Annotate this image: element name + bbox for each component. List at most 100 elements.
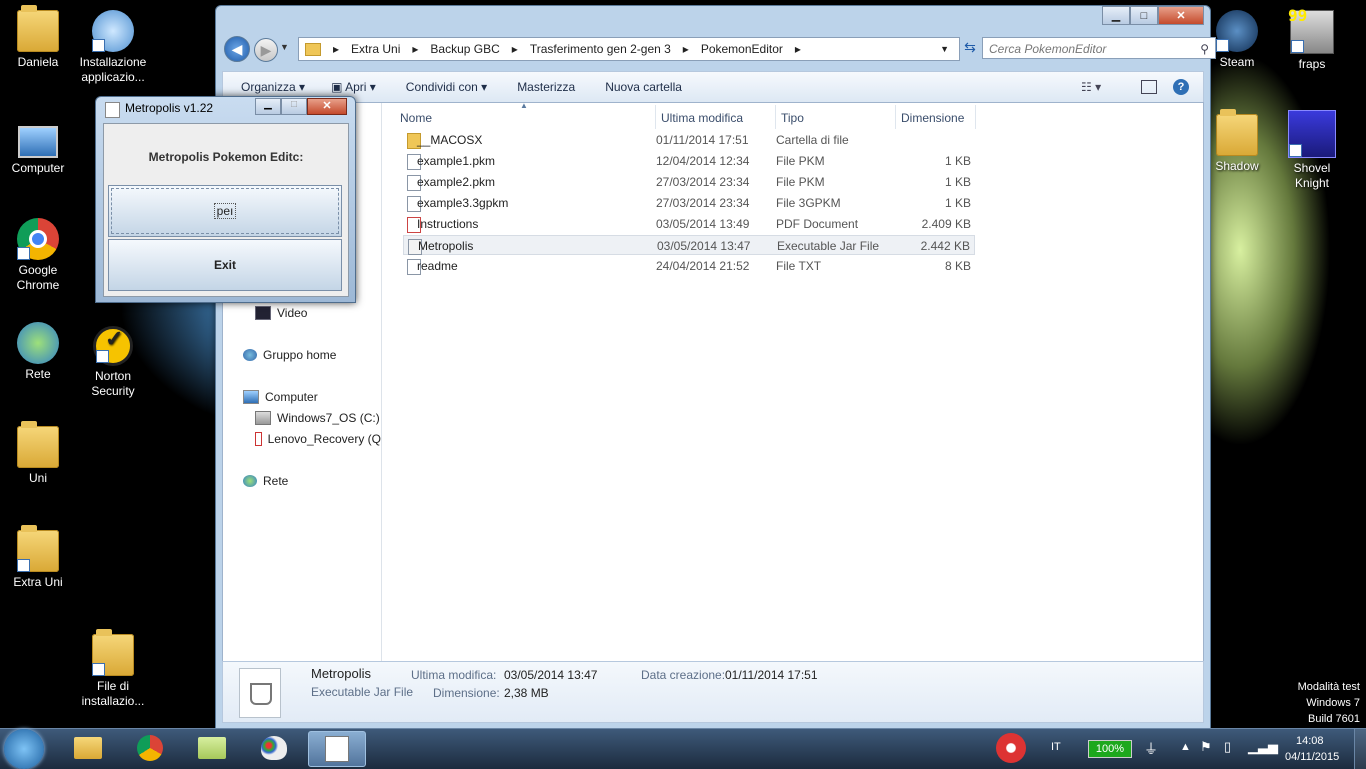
search-input[interactable]: Cerca PokemonEditor ⚲	[982, 37, 1216, 59]
file-size: 1 KB	[944, 196, 971, 210]
show-desktop-button[interactable]	[1354, 729, 1366, 769]
user-folder-icon	[17, 5, 59, 52]
column-header-size[interactable]: Dimensione	[901, 111, 964, 125]
flag-icon[interactable]: ⚑	[1200, 739, 1212, 755]
details-filetype: Executable Jar File	[311, 685, 414, 699]
address-bar[interactable]: ▸ Extra Uni ▸ Backup GBC ▸ Trasferimento…	[298, 37, 960, 61]
column-header-type[interactable]: Tipo	[781, 111, 804, 125]
nav-item-video[interactable]: Video	[255, 306, 307, 320]
maximize-button[interactable]: □	[281, 98, 307, 115]
open-menu[interactable]: ▣ Apri ▾	[331, 80, 376, 94]
file-row[interactable]: readme 24/04/2014 21:52 File TXT 8 KB	[403, 256, 975, 276]
desktop-icon-label: Norton Security	[91, 369, 135, 398]
fraps-fps-counter: 99	[1288, 6, 1308, 25]
open-icon: ▣	[331, 80, 343, 94]
steam-icon	[1216, 10, 1258, 52]
recent-pages-dropdown[interactable]: ▼	[280, 42, 289, 52]
desktop-icon-file-installazione[interactable]: File di installazio...	[76, 629, 150, 709]
breadcrumb-item[interactable]: Extra Uni	[351, 42, 400, 56]
taskbar-chrome[interactable]	[122, 731, 178, 765]
breadcrumb-item[interactable]: Trasferimento gen 2-gen 3	[530, 42, 671, 56]
file-size: 2.409 KB	[921, 217, 971, 231]
clock-date[interactable]: 04/11/2015	[1285, 751, 1339, 763]
minimize-button[interactable]: ▁	[1102, 6, 1130, 25]
computer-icon	[18, 126, 58, 158]
command-bar: Organizza ▾ ▣ Apri ▾ Condividi con ▾ Mas…	[222, 71, 1204, 103]
navigation-bar: ◀ ▶ ▼ ▸ Extra Uni ▸ Backup GBC ▸ Trasfer…	[222, 36, 1216, 62]
column-separator	[975, 105, 976, 129]
maximize-button[interactable]: □	[1130, 6, 1158, 25]
folder-icon	[1216, 109, 1258, 156]
file-type: File PKM	[776, 154, 825, 168]
forward-button[interactable]: ▶	[254, 38, 278, 62]
nav-item-homegroup[interactable]: Gruppo home	[243, 348, 336, 362]
battery-indicator[interactable]: 100%	[1088, 740, 1132, 758]
clock-time[interactable]: 14:08	[1296, 735, 1324, 747]
nav-item-recovery[interactable]: Lenovo_Recovery (Q	[255, 432, 381, 446]
nav-item-drive-c[interactable]: Windows7_OS (C:)	[255, 411, 380, 425]
file-row[interactable]: example1.pkm 12/04/2014 12:34 File PKM 1 KB	[403, 151, 975, 171]
file-list: Nome ▲ Ultima modifica Tipo Dimensione _…	[393, 101, 1203, 661]
preview-pane-icon[interactable]	[1141, 80, 1157, 94]
file-row[interactable]: example2.pkm 27/03/2014 23:34 File PKM 1 KB	[403, 172, 975, 192]
view-options-icon[interactable]: ☷ ▾	[1081, 80, 1101, 94]
power-icon[interactable]: ⏚	[1144, 739, 1158, 759]
desktop-icon-daniela[interactable]: Daniela	[1, 5, 75, 70]
desktop-icon-computer[interactable]: Computer	[1, 120, 75, 176]
taskbar-paint[interactable]	[246, 731, 302, 765]
language-indicator[interactable]: IT	[1051, 741, 1061, 753]
nav-item-computer[interactable]: Computer	[243, 390, 318, 404]
file-name: Metropolis	[418, 239, 474, 253]
breadcrumb-item[interactable]: Backup GBC	[430, 42, 499, 56]
file-row[interactable]: Instructions 03/05/2014 13:49 PDF Document…	[403, 214, 975, 234]
taskbar-explorer[interactable]	[60, 731, 116, 765]
tray-app-icon[interactable]	[996, 733, 1026, 763]
minimize-button[interactable]: ▁	[255, 98, 281, 115]
new-folder-button[interactable]: Nuova cartella	[605, 80, 682, 94]
desktop-icon-uni[interactable]: Uni	[1, 421, 75, 486]
explorer-window: ▁ □ ✕ ◀ ▶ ▼ ▸ Extra Uni ▸ Backup GBC ▸ T…	[215, 5, 1216, 730]
refresh-button[interactable]: ⇆	[962, 39, 978, 57]
column-header-name[interactable]: Nome	[400, 111, 432, 125]
desktop-icon-fraps[interactable]: fraps	[1275, 10, 1349, 72]
desktop-icon-shadow[interactable]: Shadow	[1200, 109, 1274, 174]
column-header-modified[interactable]: Ultima modifica	[661, 111, 743, 125]
organize-menu[interactable]: Organizza ▾	[241, 80, 305, 94]
taskbar: IT 100% ⏚ ▲ ⚑ ▯ ▁▃▅ 14:08 04/11/2015	[0, 728, 1366, 769]
burn-button[interactable]: Masterizza	[517, 80, 575, 94]
desktop-icon-chrome[interactable]: Google Chrome	[1, 218, 75, 293]
signal-icon[interactable]: ▁▃▅	[1248, 739, 1278, 755]
desktop-icon-installazione[interactable]: Installazione applicazio...	[76, 10, 150, 85]
file-date: 27/03/2014 23:34	[656, 175, 750, 189]
taskbar-folder[interactable]	[184, 731, 240, 765]
breadcrumb-separator-icon: ▸	[794, 42, 801, 56]
file-row[interactable]: Metropolis 03/05/2014 13:47 Executable Jar…	[403, 235, 975, 255]
desktop-icon-norton[interactable]: ✓ Norton Security	[76, 326, 150, 399]
desktop-icon-shovel-knight[interactable]: Shovel Knight	[1275, 110, 1349, 191]
show-hidden-icons[interactable]: ▲	[1180, 741, 1191, 753]
exit-button[interactable]: Exit	[108, 239, 342, 291]
address-dropdown-icon[interactable]: ▼	[940, 44, 949, 54]
back-button[interactable]: ◀	[224, 36, 250, 62]
folder-icon	[198, 737, 226, 759]
file-name: example1.pkm	[417, 154, 496, 168]
file-date: 01/11/2014 17:51	[656, 133, 749, 147]
file-row[interactable]: example3.3gpkm 27/03/2014 23:34 File 3GPKM…	[403, 193, 975, 213]
close-button[interactable]: ✕	[307, 98, 347, 115]
chrome-icon	[137, 735, 163, 761]
start-button[interactable]	[4, 729, 44, 769]
taskbar-java-app[interactable]	[308, 731, 366, 767]
device-icon[interactable]: ▯	[1224, 739, 1231, 755]
breadcrumb-item[interactable]: PokemonEditor	[701, 42, 783, 56]
paint-icon	[261, 736, 287, 760]
file-row[interactable]: __MACOSX 01/11/2014 17:51 Cartella di file	[403, 130, 975, 150]
open-button[interactable]: peı	[108, 185, 342, 237]
close-button[interactable]: ✕	[1158, 6, 1204, 25]
help-icon[interactable]: ?	[1173, 79, 1189, 95]
column-separator	[895, 105, 896, 129]
file-size: 1 KB	[944, 175, 971, 189]
desktop-icon-extra-uni[interactable]: Extra Uni	[1, 525, 75, 590]
desktop-icon-rete[interactable]: Rete	[1, 322, 75, 382]
share-menu[interactable]: Condividi con ▾	[406, 80, 487, 94]
nav-item-network[interactable]: Rete	[243, 474, 288, 488]
